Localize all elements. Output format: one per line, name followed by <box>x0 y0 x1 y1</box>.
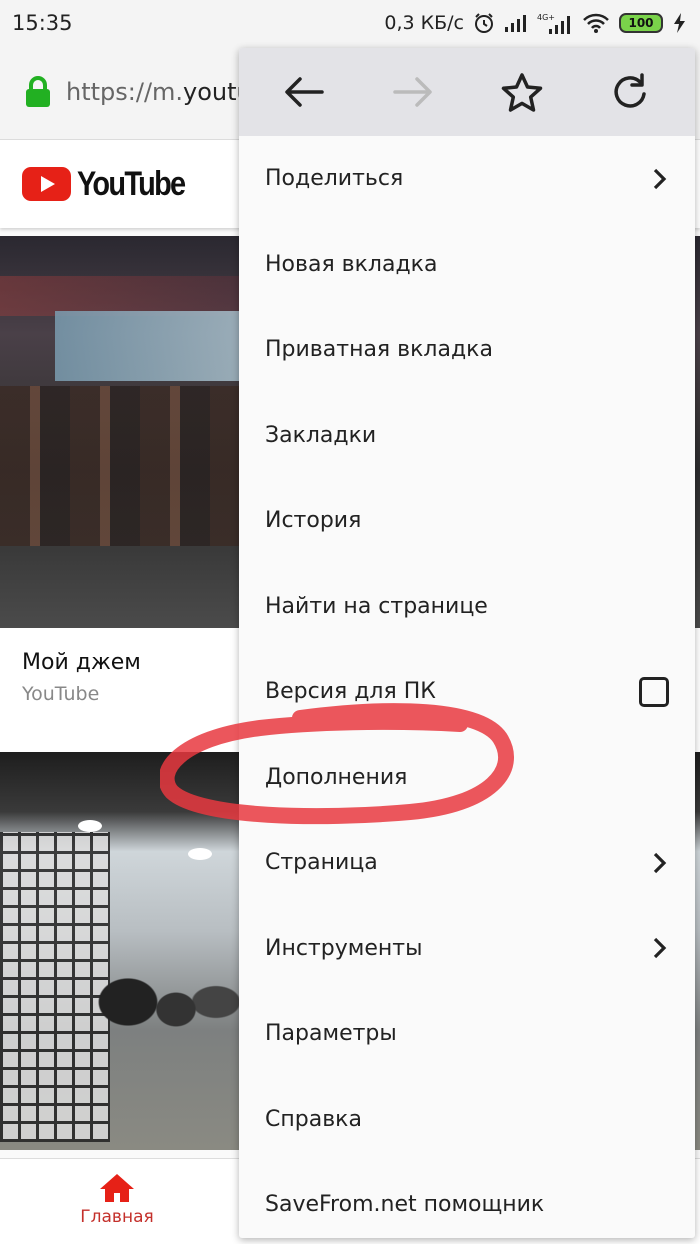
menu-item-label: Версия для ПК <box>265 679 436 705</box>
menu-item-help[interactable]: Справка <box>239 1077 695 1163</box>
menu-item-tools[interactable]: Инструменты <box>239 906 695 992</box>
menu-item-label: SaveFrom.net помощник <box>265 1192 545 1218</box>
menu-item-page[interactable]: Страница <box>239 820 695 906</box>
menu-item-label: Приватная вкладка <box>265 337 493 363</box>
menu-item-new-tab[interactable]: Новая вкладка <box>239 222 695 308</box>
forward-icon <box>392 77 432 107</box>
back-button[interactable] <box>274 62 334 122</box>
wifi-icon <box>582 13 610 33</box>
menu-item-label: Параметры <box>265 1021 397 1047</box>
signal-icon <box>504 14 528 32</box>
home-icon <box>100 1174 134 1202</box>
screen: 15:35 0,3 КБ/с 4G+ 100 https://m.youtul <box>0 0 700 1244</box>
alarm-icon <box>473 12 495 34</box>
back-icon <box>284 77 324 107</box>
network-speed: 0,3 КБ/с <box>384 11 464 34</box>
menu-item-private-tab[interactable]: Приватная вкладка <box>239 307 695 393</box>
chevron-right-icon <box>653 168 667 189</box>
menu-item-label: Новая вкладка <box>265 251 438 277</box>
status-time: 15:35 <box>12 10 73 35</box>
menu-item-desktop-version[interactable]: Версия для ПК <box>239 649 695 735</box>
charging-icon <box>672 12 688 34</box>
menu-item-label: История <box>265 508 362 534</box>
browser-menu: Поделиться Новая вкладка Приватная вклад… <box>239 48 695 1238</box>
nav-home[interactable]: Главная <box>75 1173 159 1227</box>
youtube-logo-icon[interactable] <box>22 167 71 201</box>
menu-item-bookmarks[interactable]: Закладки <box>239 393 695 479</box>
desktop-version-checkbox[interactable] <box>639 676 669 707</box>
nav-home-label: Главная <box>80 1207 154 1227</box>
menu-item-label: Поделиться <box>265 166 404 192</box>
youtube-logo-text[interactable]: YouTube <box>77 165 186 204</box>
status-icons: 0,3 КБ/с 4G+ 100 <box>384 12 688 34</box>
status-bar: 15:35 0,3 КБ/с 4G+ 100 <box>0 0 700 45</box>
menu-item-add-ons[interactable]: Дополнения <box>239 735 695 821</box>
chevron-right-icon <box>653 938 667 959</box>
menu-item-label: Инструменты <box>265 935 423 961</box>
menu-toolbar <box>239 48 695 136</box>
battery-indicator: 100 <box>619 12 663 33</box>
menu-item-label: Справка <box>265 1106 362 1132</box>
url-scheme: https://m. <box>66 78 184 106</box>
menu-item-label: Страница <box>265 850 378 876</box>
menu-item-label: Дополнения <box>265 764 408 790</box>
signal-4g-icon: 4G+ <box>537 12 573 34</box>
menu-item-history[interactable]: История <box>239 478 695 564</box>
url-text[interactable]: https://m.youtul <box>66 78 258 106</box>
menu-item-find-in-page[interactable]: Найти на странице <box>239 564 695 650</box>
forward-button[interactable] <box>383 62 443 122</box>
menu-item-share[interactable]: Поделиться <box>239 136 695 222</box>
bookmark-button[interactable] <box>492 62 552 122</box>
reload-icon <box>613 73 646 108</box>
svg-text:4G+: 4G+ <box>537 13 555 22</box>
menu-item-settings[interactable]: Параметры <box>239 991 695 1077</box>
lock-icon <box>26 76 50 107</box>
menu-item-savefrom[interactable]: SaveFrom.net помощник <box>239 1162 695 1238</box>
menu-item-label: Найти на странице <box>265 593 488 619</box>
chevron-right-icon <box>653 852 667 873</box>
star-icon <box>501 73 542 112</box>
menu-item-label: Закладки <box>265 422 377 448</box>
reload-button[interactable] <box>601 62 661 122</box>
